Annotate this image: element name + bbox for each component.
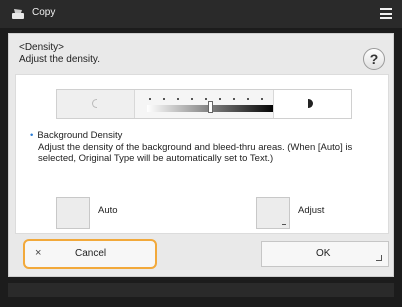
half-circle-light-icon [92, 99, 97, 108]
adjust-button[interactable] [256, 197, 290, 229]
status-bar [8, 283, 394, 297]
close-icon: × [35, 247, 42, 259]
cancel-label: Cancel [75, 248, 107, 259]
help-button[interactable]: ? [363, 48, 385, 70]
copy-app-icon [12, 9, 24, 19]
hamburger-menu-icon[interactable] [380, 8, 392, 19]
background-density-title: Background Density [37, 130, 123, 141]
auto-button[interactable] [56, 197, 90, 229]
adjust-label: Adjust [298, 205, 325, 216]
dialog-subtitle: Adjust the density. [19, 54, 100, 65]
ok-button[interactable]: OK [261, 241, 389, 267]
cancel-button[interactable]: × Cancel [23, 239, 157, 269]
lighter-button[interactable] [57, 90, 135, 118]
auto-label: Auto [98, 205, 118, 216]
background-density-heading: • Background Density [30, 130, 122, 141]
density-card: • Background Density Adjust the density o… [15, 74, 389, 234]
darker-button[interactable] [273, 90, 351, 118]
app-title: Copy [32, 7, 56, 18]
copy-density-screen: Copy <Density> Adjust the density. ? • B… [0, 0, 402, 307]
half-circle-dark-icon [308, 99, 313, 108]
density-slider-row [56, 89, 352, 119]
density-slider-handle[interactable] [208, 101, 213, 113]
background-density-description: Adjust the density of the background and… [38, 142, 353, 164]
top-bar: Copy [0, 0, 402, 28]
ok-label: OK [316, 248, 331, 259]
dialog-title: <Density> [19, 42, 65, 53]
density-scale[interactable] [145, 90, 275, 118]
bullet-icon: • [30, 130, 34, 141]
density-dialog: <Density> Adjust the density. ? • Backgr… [8, 33, 394, 277]
enter-corner-icon [376, 255, 382, 261]
